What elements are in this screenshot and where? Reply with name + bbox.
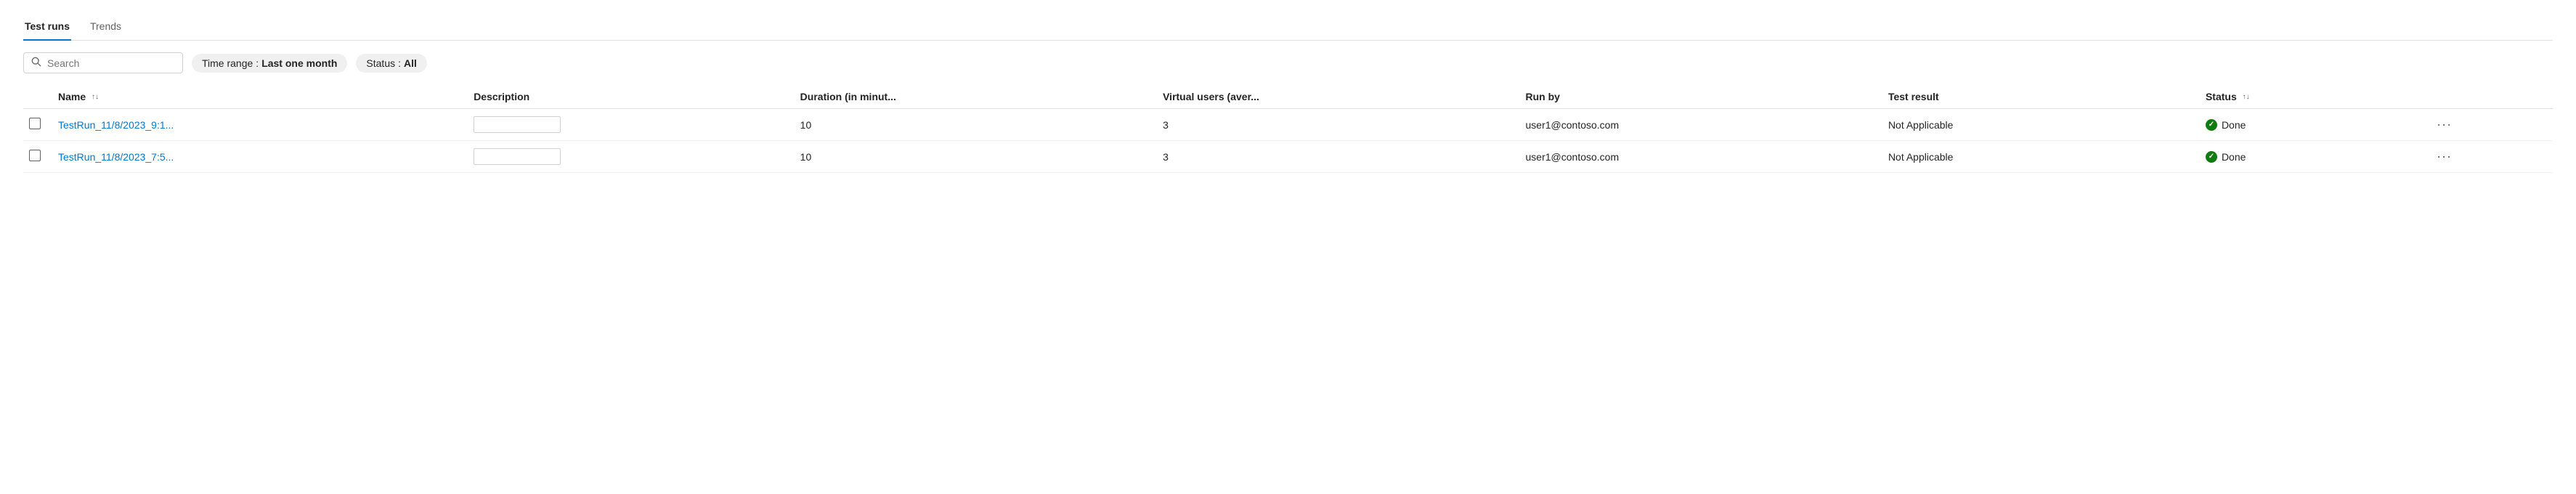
row2-status-label: Done: [2222, 151, 2246, 163]
col-header-checkbox: [23, 85, 49, 109]
test-runs-table: Name ↑↓ Description Duration (in minut..…: [23, 85, 2553, 173]
row2-checkbox[interactable]: [29, 150, 41, 161]
row1-checkbox-cell[interactable]: [23, 109, 49, 141]
row1-checkbox[interactable]: [29, 118, 41, 129]
tab-test-runs[interactable]: Test runs: [23, 15, 71, 41]
time-range-value: Last one month: [261, 57, 337, 69]
status-sort-icon[interactable]: ↑↓: [2243, 94, 2250, 101]
name-sort-icon[interactable]: ↑↓: [92, 94, 99, 101]
row1-more-actions-button[interactable]: ···: [2432, 116, 2456, 133]
row2-more-actions-button[interactable]: ···: [2432, 147, 2456, 165]
search-input[interactable]: [47, 57, 175, 69]
col-header-test-result: Test result: [1880, 85, 2197, 109]
col-header-actions: [2423, 85, 2553, 109]
search-box[interactable]: [23, 52, 183, 73]
row2-description-input[interactable]: [474, 148, 561, 165]
status-value: All: [404, 57, 417, 69]
tab-trends[interactable]: Trends: [89, 15, 123, 41]
tabs-container: Test runs Trends: [23, 15, 2553, 41]
row2-virtual-users-cell: 3: [1154, 141, 1516, 173]
row2-name-link[interactable]: TestRun_11/8/2023_7:5...: [58, 151, 174, 163]
col-header-run-by: Run by: [1517, 85, 1880, 109]
row1-description-cell: [465, 109, 791, 141]
time-range-filter[interactable]: Time range : Last one month: [192, 54, 347, 73]
row1-test-result-cell: Not Applicable: [1880, 109, 2197, 141]
table-row: TestRun_11/8/2023_9:1... 10 3 user1@cont…: [23, 109, 2553, 141]
time-range-separator: :: [256, 57, 259, 69]
row2-checkbox-cell[interactable]: [23, 141, 49, 173]
row1-done-icon: [2206, 119, 2217, 131]
row1-status-cell: Done: [2197, 109, 2423, 141]
row1-status-label: Done: [2222, 119, 2246, 131]
row1-duration-cell: 10: [792, 109, 1154, 141]
status-label: Status: [366, 57, 395, 69]
col-header-name[interactable]: Name ↑↓: [49, 85, 465, 109]
row2-actions-cell: ···: [2423, 141, 2553, 173]
row1-description-input[interactable]: [474, 116, 561, 133]
row2-duration-cell: 10: [792, 141, 1154, 173]
time-range-label: Time range: [202, 57, 253, 69]
table-row: TestRun_11/8/2023_7:5... 10 3 user1@cont…: [23, 141, 2553, 173]
table-header-row: Name ↑↓ Description Duration (in minut..…: [23, 85, 2553, 109]
row1-name-link[interactable]: TestRun_11/8/2023_9:1...: [58, 119, 174, 131]
search-icon: [31, 57, 41, 69]
col-header-description: Description: [465, 85, 791, 109]
row2-test-result-cell: Not Applicable: [1880, 141, 2197, 173]
table-container: Name ↑↓ Description Duration (in minut..…: [23, 85, 2553, 173]
row1-virtual-users-cell: 3: [1154, 109, 1516, 141]
row1-run-by-cell: user1@contoso.com: [1517, 109, 1880, 141]
row1-actions-cell: ···: [2423, 109, 2553, 141]
row1-name-cell: TestRun_11/8/2023_9:1...: [49, 109, 465, 141]
row2-done-icon: [2206, 151, 2217, 163]
status-separator: :: [398, 57, 401, 69]
col-header-status[interactable]: Status ↑↓: [2197, 85, 2423, 109]
col-header-virtual-users: Virtual users (aver...: [1154, 85, 1516, 109]
status-filter[interactable]: Status : All: [356, 54, 426, 73]
row2-status-cell: Done: [2197, 141, 2423, 173]
row2-name-cell: TestRun_11/8/2023_7:5...: [49, 141, 465, 173]
col-header-duration: Duration (in minut...: [792, 85, 1154, 109]
row2-run-by-cell: user1@contoso.com: [1517, 141, 1880, 173]
row2-description-cell: [465, 141, 791, 173]
toolbar: Time range : Last one month Status : All: [23, 52, 2553, 73]
